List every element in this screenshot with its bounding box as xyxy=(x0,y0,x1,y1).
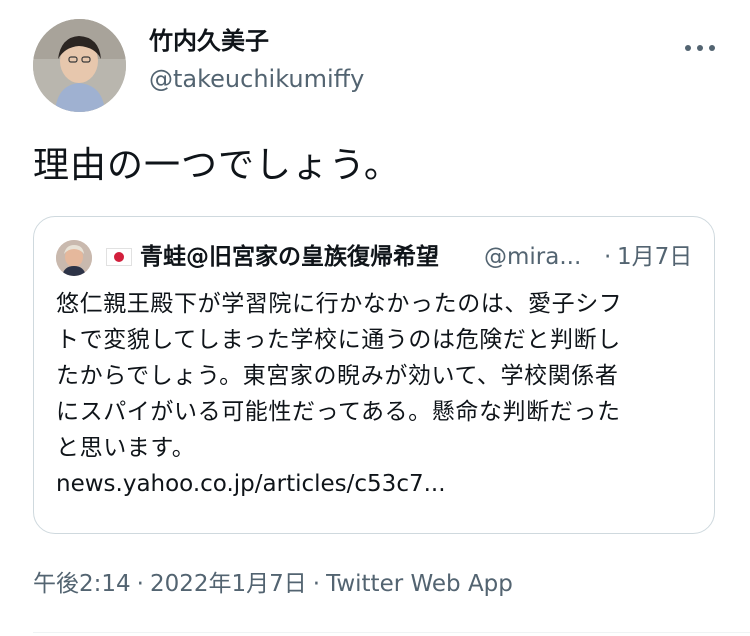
tweet-date[interactable]: 2022年1月7日 xyxy=(150,571,307,597)
meta-separator: · xyxy=(136,571,144,597)
quote-display-name[interactable]: 青蛙@旧宮家の皇族復帰希望 xyxy=(140,241,439,273)
tweet-meta: 午後2:14 · 2022年1月7日 · Twitter Web App xyxy=(33,568,513,600)
quote-link[interactable]: news.yahoo.co.jp/articles/c53c7... xyxy=(56,466,706,502)
author-avatar[interactable] xyxy=(33,19,126,112)
quote-text-line: 悠仁親王殿下が学習院に行かなかったのは、愛子シフ xyxy=(56,291,623,317)
tweet-text: 理由の一つでしょう。 xyxy=(33,145,401,186)
more-horizontal-icon[interactable] xyxy=(684,38,716,51)
author-display-name[interactable]: 竹内久美子 xyxy=(149,26,269,56)
quote-text-line: にスパイがいる可能性だってある。懸命な判断だった xyxy=(56,399,621,425)
tweet-source[interactable]: Twitter Web App xyxy=(326,571,513,597)
meta-separator: · xyxy=(312,571,321,597)
quote-avatar-image xyxy=(56,240,92,276)
author-handle[interactable]: @takeuchikumiffy xyxy=(149,64,364,94)
tweet-time[interactable]: 午後2:14 xyxy=(33,571,131,597)
japan-flag-icon xyxy=(106,248,132,266)
quote-handle[interactable]: @mira... xyxy=(484,241,581,273)
quote-text-line: たからでしょう。東宮家の睨みが効いて、学校関係者 xyxy=(56,363,619,389)
quote-tweet-card[interactable]: 青蛙@旧宮家の皇族復帰希望 @mira... · 1月7日 悠仁親王殿下が学習院… xyxy=(33,216,715,534)
quote-separator: · xyxy=(604,244,612,270)
divider xyxy=(33,632,750,633)
quote-body: 悠仁親王殿下が学習院に行かなかったのは、愛子シフ トで変貌してしまった学校に通う… xyxy=(56,286,706,502)
quote-date[interactable]: 1月7日 xyxy=(617,241,692,273)
quote-text-line: と思います。 xyxy=(56,435,196,461)
quote-text-line: トで変貌してしまった学校に通うのは危険だと判断し xyxy=(56,327,621,353)
author-avatar-image xyxy=(33,19,126,112)
quote-author-avatar[interactable] xyxy=(56,240,92,276)
